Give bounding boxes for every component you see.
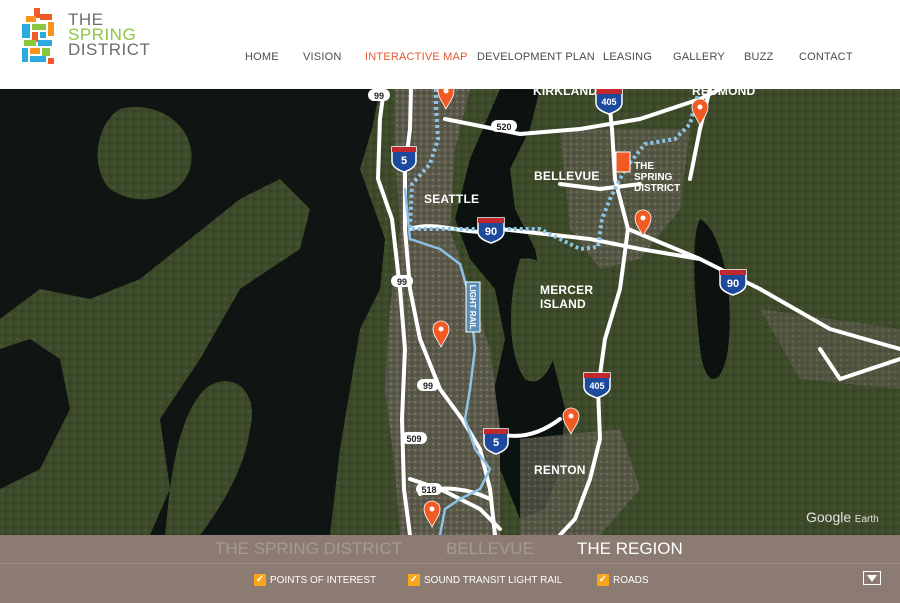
i405-north-shield: 405 [595,89,623,115]
spring-district-marker[interactable] [615,151,631,173]
kirkland-label: KIRKLAND [533,89,597,98]
nav-development-plan[interactable]: DEVELOPMENT PLAN [477,51,595,63]
sr99-b-label: 99 [397,277,407,287]
toggle-roads-label: ROADS [613,574,649,586]
i90-east-shield: 90 [719,269,747,296]
toggle-light-rail[interactable]: ✓ SOUND TRANSIT LIGHT RAIL [408,573,562,587]
spring-district-label-2: SPRING [634,172,673,183]
tab-spring-district[interactable]: THE SPRING DISTRICT [215,539,402,559]
sr520-shield: 520 [491,120,517,132]
region-tabs: THE SPRING DISTRICT BELLEVUE THE REGION [0,535,900,563]
tab-bellevue[interactable]: BELLEVUE [446,539,534,559]
toggle-light-rail-label: SOUND TRANSIT LIGHT RAIL [424,574,563,586]
tab-the-region[interactable]: THE REGION [577,539,683,559]
nav-gallery[interactable]: GALLERY [673,51,725,63]
sr99-c-shield: 99 [417,379,439,391]
i90-east-label: 90 [727,278,739,290]
toggle-roads[interactable]: ✓ ROADS [597,573,649,587]
renton-label: RENTON [534,463,586,477]
site-header: THE SPRING DISTRICT HOME VISION INTERACT… [0,0,900,89]
mercer-island-label-1: MERCER [540,283,593,297]
chevron-down-icon [867,574,877,582]
spring-district-label-3: DISTRICT [634,183,680,194]
i5-south-label: 5 [493,437,499,449]
light-rail-label: LIGHT RAIL [468,285,477,330]
sr99-a-shield: 99 [368,89,390,101]
i405-north-label: 405 [601,97,616,107]
i405-south-shield: 405 [583,372,611,399]
i90-west-shield: 90 [477,217,505,244]
mercer-island-label-2: ISLAND [540,297,586,311]
check-icon[interactable]: ✓ [597,574,609,586]
collapse-panel-button[interactable] [863,571,881,585]
earth-attribution-text: Earth [854,514,879,525]
sr518-label: 518 [421,485,436,495]
seattle-label: SEATTLE [424,192,479,206]
i5-south-shield: 5 [483,428,509,455]
sr99-a-label: 99 [374,91,384,101]
bellevue-label: BELLEVUE [534,169,600,183]
nav-interactive-map[interactable]: INTERACTIVE MAP [365,51,468,63]
i5-north-label: 5 [401,155,407,167]
sr99-c-label: 99 [423,381,433,391]
google-attribution-text: Google [806,509,852,525]
toggle-points-of-interest-label: POINTS OF INTEREST [270,574,377,586]
toggle-points-of-interest[interactable]: ✓ POINTS OF INTEREST [254,573,376,587]
sr509-label: 509 [406,434,421,444]
nav-home[interactable]: HOME [245,51,279,63]
spring-district-label-1: THE [634,161,654,172]
check-icon[interactable]: ✓ [408,574,420,586]
sr99-b-shield: 99 [391,275,413,287]
nav-vision[interactable]: VISION [303,51,342,63]
redmond-label: REDMOND [692,89,756,98]
nav-buzz[interactable]: BUZZ [744,51,774,63]
google-earth-attribution: Google Earth [806,509,879,525]
check-icon[interactable]: ✓ [254,574,266,586]
i5-north-shield: 5 [391,146,417,173]
sr518-shield: 518 [416,483,442,495]
sr509-shield: 509 [401,432,427,444]
i405-south-label: 405 [589,381,604,391]
light-rail-badge: LIGHT RAIL [465,281,481,333]
layer-toggles: ✓ POINTS OF INTEREST ✓ SOUND TRANSIT LIG… [0,563,900,603]
sr520-label: 520 [496,122,511,132]
nav-contact[interactable]: CONTACT [799,51,853,63]
main-nav: HOME VISION INTERACTIVE MAP DEVELOPMENT … [0,51,900,65]
map-canvas[interactable]: LIGHT RAIL 405 5 90 90 405 5 99 520 99 9… [0,89,900,535]
nav-leasing[interactable]: LEASING [603,51,652,63]
interactive-map[interactable]: LIGHT RAIL 405 5 90 90 405 5 99 520 99 9… [0,89,900,535]
i90-west-label: 90 [485,226,497,238]
